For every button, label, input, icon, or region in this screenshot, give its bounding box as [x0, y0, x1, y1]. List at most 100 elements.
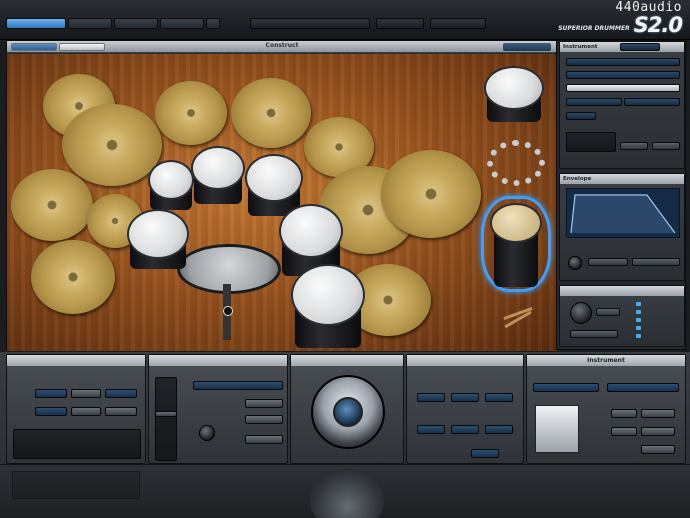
- master-volume-title: [291, 355, 403, 366]
- mixer-fader-handle[interactable]: [155, 411, 177, 417]
- envelope-curve: [570, 194, 676, 234]
- view-selector[interactable]: [503, 43, 551, 51]
- memory-button-3[interactable]: [105, 389, 137, 398]
- pitch-knob[interactable]: [570, 302, 592, 324]
- nav-tab-extra[interactable]: [206, 18, 220, 29]
- instrument-button-d[interactable]: [641, 427, 675, 436]
- pitch-humanize-section: [559, 285, 685, 347]
- instrument-button-b[interactable]: [652, 142, 680, 150]
- bottom-panels: Instrument: [0, 352, 690, 518]
- layer-button-2[interactable]: [451, 425, 479, 434]
- envelope-graph[interactable]: [566, 188, 680, 238]
- velocity-button-2[interactable]: [451, 393, 479, 402]
- right-sidebar: Instrument Envelope: [556, 40, 686, 350]
- instrument-button-c[interactable]: [611, 427, 637, 436]
- product-version: S2.0: [633, 13, 683, 37]
- instrument-type-selector[interactable]: [620, 43, 660, 51]
- tom-1[interactable]: [148, 160, 194, 212]
- instrument-name-field[interactable]: [566, 71, 680, 79]
- velocity-layers-title: [407, 355, 523, 366]
- nav-tab-grooves[interactable]: [114, 18, 158, 29]
- ride-cymbal-left[interactable]: [62, 104, 162, 186]
- instrument-info-box: [566, 132, 616, 152]
- humanize-led-2[interactable]: [636, 310, 641, 314]
- crash-cymbal-low-left[interactable]: [31, 240, 115, 314]
- mixer-button-a[interactable]: [245, 399, 283, 408]
- midi-selector[interactable]: [430, 18, 486, 29]
- humanize-led-5[interactable]: [636, 334, 641, 338]
- instrument-option-a[interactable]: [566, 98, 622, 106]
- humanize-led-1[interactable]: [636, 302, 641, 306]
- memory-button-1[interactable]: [35, 389, 67, 398]
- envelope-section: Envelope: [559, 173, 685, 281]
- product-logo: SUPERIOR DRUMMER S2.0: [558, 13, 683, 37]
- articulation-selector[interactable]: [533, 383, 599, 392]
- instrument-option-b[interactable]: [624, 98, 680, 106]
- velocity-button-1[interactable]: [417, 393, 445, 402]
- memory-button-2[interactable]: [71, 389, 101, 398]
- floor-tom-2[interactable]: [291, 264, 365, 350]
- mixer-knob[interactable]: [199, 425, 215, 441]
- top-bar: 440audio SUPERIOR DRUMMER S2.0: [0, 0, 690, 40]
- memory-button-6[interactable]: [105, 407, 137, 416]
- memory-button-5[interactable]: [71, 407, 101, 416]
- nav-tab-mixer[interactable]: [68, 18, 112, 29]
- instrument-button-a[interactable]: [611, 409, 637, 418]
- product-name: SUPERIOR DRUMMER: [558, 25, 630, 32]
- snare-drum[interactable]: [127, 209, 189, 271]
- instrument-thumbnail: [535, 405, 579, 453]
- tom-2[interactable]: [191, 146, 245, 206]
- crash-cymbal-right[interactable]: [231, 78, 311, 148]
- instrument-button-a[interactable]: [620, 142, 648, 150]
- mixer-fader-track[interactable]: [155, 377, 177, 461]
- ez-mixer-panel: [148, 354, 288, 464]
- velocity-button-3[interactable]: [485, 393, 513, 402]
- pitch-humanize-title: [560, 286, 684, 296]
- memory-button-4[interactable]: [35, 407, 67, 416]
- instrument-bottom-title: Instrument: [527, 355, 685, 366]
- main-nav-tabs: [6, 18, 220, 29]
- master-volume-panel: [290, 354, 404, 464]
- instrument-button-b[interactable]: [641, 409, 675, 418]
- humanize-led-4[interactable]: [636, 326, 641, 330]
- mixer-button-b[interactable]: [245, 415, 283, 424]
- nav-tab-settings[interactable]: [160, 18, 204, 29]
- crash-cymbal-center[interactable]: [155, 81, 227, 145]
- pitch-button[interactable]: [596, 308, 620, 316]
- tambourine[interactable]: [487, 140, 545, 186]
- status-display: [13, 429, 141, 459]
- sdx-selector[interactable]: [376, 18, 424, 29]
- envelope-param-b[interactable]: [632, 258, 680, 266]
- pitch-value-field[interactable]: [570, 330, 618, 338]
- panel-reflection: [0, 464, 690, 518]
- master-volume-knob[interactable]: [311, 375, 385, 449]
- instrument-bottom-panel: Instrument: [526, 354, 686, 464]
- layer-button-1[interactable]: [417, 425, 445, 434]
- humanize-led-3[interactable]: [636, 318, 641, 322]
- china-cymbal[interactable]: [11, 169, 93, 241]
- layer-limit-button[interactable]: [471, 449, 499, 458]
- crash-cymbal-far-right[interactable]: [381, 150, 481, 238]
- nav-tab-construct[interactable]: [6, 18, 66, 29]
- memory-status-title: [7, 355, 145, 366]
- envelope-section-title: Envelope: [560, 174, 684, 184]
- reflection-volume-knob: [310, 471, 384, 518]
- layer-button-3[interactable]: [485, 425, 513, 434]
- mixer-button-c[interactable]: [245, 435, 283, 444]
- drum-kit-panel: Construct: [6, 40, 557, 351]
- envelope-param-a[interactable]: [588, 258, 628, 266]
- preset-selector[interactable]: [250, 18, 370, 29]
- instrument-class-field[interactable]: [566, 58, 680, 66]
- drum-stage[interactable]: [7, 54, 557, 351]
- cowbell-selected[interactable]: [481, 196, 551, 292]
- mixer-channel-selector[interactable]: [193, 381, 283, 390]
- envelope-knob[interactable]: [568, 256, 582, 270]
- instrument-preset-selector[interactable]: [607, 383, 679, 392]
- reflection-status-display: [12, 471, 140, 499]
- instrument-articulation-field[interactable]: [566, 84, 680, 92]
- instrument-option-c[interactable]: [566, 112, 596, 120]
- extra-snare[interactable]: [484, 66, 544, 126]
- view-toolbar: Construct: [7, 41, 557, 53]
- instrument-button-e[interactable]: [641, 445, 675, 454]
- view-title: Construct: [265, 42, 299, 49]
